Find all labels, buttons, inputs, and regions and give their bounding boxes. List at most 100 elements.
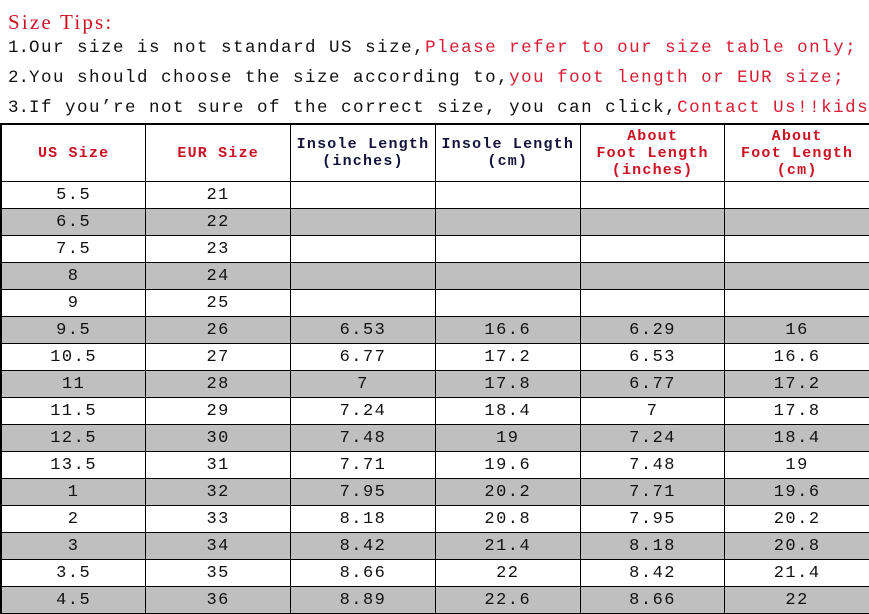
cell-foot-cm [724, 181, 869, 209]
table-row: 8 24 [0, 262, 869, 290]
cell-foot-inches: 8.66 [579, 586, 726, 614]
cell-foot-inches: 7.24 [579, 424, 726, 452]
cell-foot-cm: 17.2 [724, 370, 869, 398]
cell-foot-inches: 6.53 [579, 343, 726, 371]
cell-foot-inches: 8.42 [579, 559, 726, 587]
cell-insole-inches [290, 289, 436, 317]
cell-us-size: 11.5 [0, 397, 147, 425]
cell-foot-cm: 21.4 [724, 559, 869, 587]
cell-insole-cm [434, 289, 581, 317]
cell-insole-cm: 17.2 [434, 343, 581, 371]
header-foot-inches-line1: About [627, 127, 679, 145]
table-row: 1 32 7.95 20.2 7.71 19.6 [0, 478, 869, 506]
cell-insole-cm: 20.2 [434, 478, 581, 506]
cell-foot-cm [724, 208, 869, 236]
cell-foot-inches: 8.18 [579, 532, 726, 560]
size-tip-2-red-text: you foot length or EUR size; [509, 68, 846, 88]
header-insole-cm-line2: (cm) [487, 153, 529, 170]
cell-us-size: 3.5 [0, 559, 147, 587]
header-insole-length-cm: Insole Length (cm) [434, 123, 581, 182]
cell-foot-cm [724, 262, 869, 290]
size-tip-2-black-text: You should choose the size according to, [29, 68, 510, 88]
header-foot-inches-line2: Foot Length [596, 144, 709, 162]
size-tips-title: Size Tips: [8, 10, 114, 34]
cell-eur-size: 30 [145, 424, 292, 452]
cell-eur-size: 28 [145, 370, 292, 398]
header-insole-inches-line1: Insole Length [296, 136, 430, 153]
cell-insole-cm: 17.8 [434, 370, 581, 398]
cell-us-size: 12.5 [0, 424, 147, 452]
cell-foot-inches: 7 [579, 397, 726, 425]
table-row: 3 34 8.42 21.4 8.18 20.8 [0, 532, 869, 560]
table-row: 4.5 36 8.89 22.6 8.66 22 [0, 586, 869, 614]
cell-foot-cm: 16 [724, 316, 869, 344]
cell-us-size: 8 [0, 262, 147, 290]
cell-eur-size: 35 [145, 559, 292, 587]
size-chart-table: US Size EUR Size Insole Length (inches) … [0, 123, 869, 614]
cell-foot-inches [579, 235, 726, 263]
size-tip-line-1: 1.Our size is not standard US size,Pleas… [0, 33, 869, 63]
table-row: 11.5 29 7.24 18.4 7 17.8 [0, 397, 869, 425]
cell-eur-size: 34 [145, 532, 292, 560]
header-foot-inches-line3: (inches) [611, 161, 694, 179]
cell-insole-inches [290, 181, 436, 209]
size-chart-body: 5.5 21 6.5 22 7.5 23 8 24 9 25 9.5 26 6.53 16.6 6.29 16… [0, 181, 869, 614]
size-chart-header: US Size EUR Size Insole Length (inches) … [0, 123, 869, 182]
size-tip-1-number: 1. [8, 38, 30, 58]
cell-insole-cm: 20.8 [434, 505, 581, 533]
table-row: 10.5 27 6.77 17.2 6.53 16.6 [0, 343, 869, 371]
size-tip-line-2: 2.You should choose the size according t… [0, 63, 869, 93]
header-foot-cm-line3: (cm) [776, 161, 818, 179]
cell-us-size: 2 [0, 505, 147, 533]
cell-eur-size: 23 [145, 235, 292, 263]
size-tip-3-red-contact-link[interactable]: Contact Us!!kids shoes [677, 98, 869, 118]
cell-foot-cm: 22 [724, 586, 869, 614]
size-tip-3-black-text: If you’re not sure of the correct size, … [29, 98, 678, 118]
cell-foot-cm: 17.8 [724, 397, 869, 425]
cell-eur-size: 24 [145, 262, 292, 290]
cell-insole-inches: 8.18 [290, 505, 436, 533]
header-foot-length-inches: About Foot Length (inches) [579, 123, 726, 182]
cell-insole-inches: 8.42 [290, 532, 436, 560]
cell-insole-cm [434, 262, 581, 290]
table-row: 12.5 30 7.48 19 7.24 18.4 [0, 424, 869, 452]
cell-insole-cm: 16.6 [434, 316, 581, 344]
header-eur-size-line1: EUR Size [177, 144, 259, 162]
header-eur-size: EUR Size [145, 123, 292, 182]
cell-insole-inches: 7.24 [290, 397, 436, 425]
cell-us-size: 1 [0, 478, 147, 506]
size-tip-2-number: 2. [8, 68, 30, 88]
cell-insole-inches: 7.48 [290, 424, 436, 452]
header-foot-cm-line2: Foot Length [741, 144, 854, 162]
cell-foot-inches [579, 181, 726, 209]
cell-foot-cm [724, 235, 869, 263]
table-row: 2 33 8.18 20.8 7.95 20.2 [0, 505, 869, 533]
cell-foot-cm: 16.6 [724, 343, 869, 371]
table-row: 3.5 35 8.66 22 8.42 21.4 [0, 559, 869, 587]
cell-foot-inches: 7.71 [579, 478, 726, 506]
header-insole-length-inches: Insole Length (inches) [290, 123, 436, 182]
cell-eur-size: 33 [145, 505, 292, 533]
cell-foot-cm: 19.6 [724, 478, 869, 506]
size-tip-line-3: 3.If you’re not sure of the correct size… [0, 93, 869, 123]
cell-foot-cm: 20.8 [724, 532, 869, 560]
cell-insole-cm: 22.6 [434, 586, 581, 614]
cell-foot-cm: 20.2 [724, 505, 869, 533]
cell-insole-cm: 21.4 [434, 532, 581, 560]
cell-insole-cm: 19 [434, 424, 581, 452]
header-us-size-line1: US Size [37, 144, 110, 162]
size-tip-3-number: 3. [8, 98, 30, 118]
cell-eur-size: 29 [145, 397, 292, 425]
cell-us-size: 7.5 [0, 235, 147, 263]
cell-insole-inches [290, 262, 436, 290]
cell-us-size: 3 [0, 532, 147, 560]
cell-insole-cm [434, 235, 581, 263]
table-row: 6.5 22 [0, 208, 869, 236]
cell-insole-inches: 8.89 [290, 586, 436, 614]
cell-insole-inches: 7.95 [290, 478, 436, 506]
cell-insole-inches: 6.77 [290, 343, 436, 371]
header-row: US Size EUR Size Insole Length (inches) … [0, 123, 869, 182]
cell-insole-cm [434, 208, 581, 236]
cell-insole-cm: 22 [434, 559, 581, 587]
cell-foot-inches [579, 208, 726, 236]
